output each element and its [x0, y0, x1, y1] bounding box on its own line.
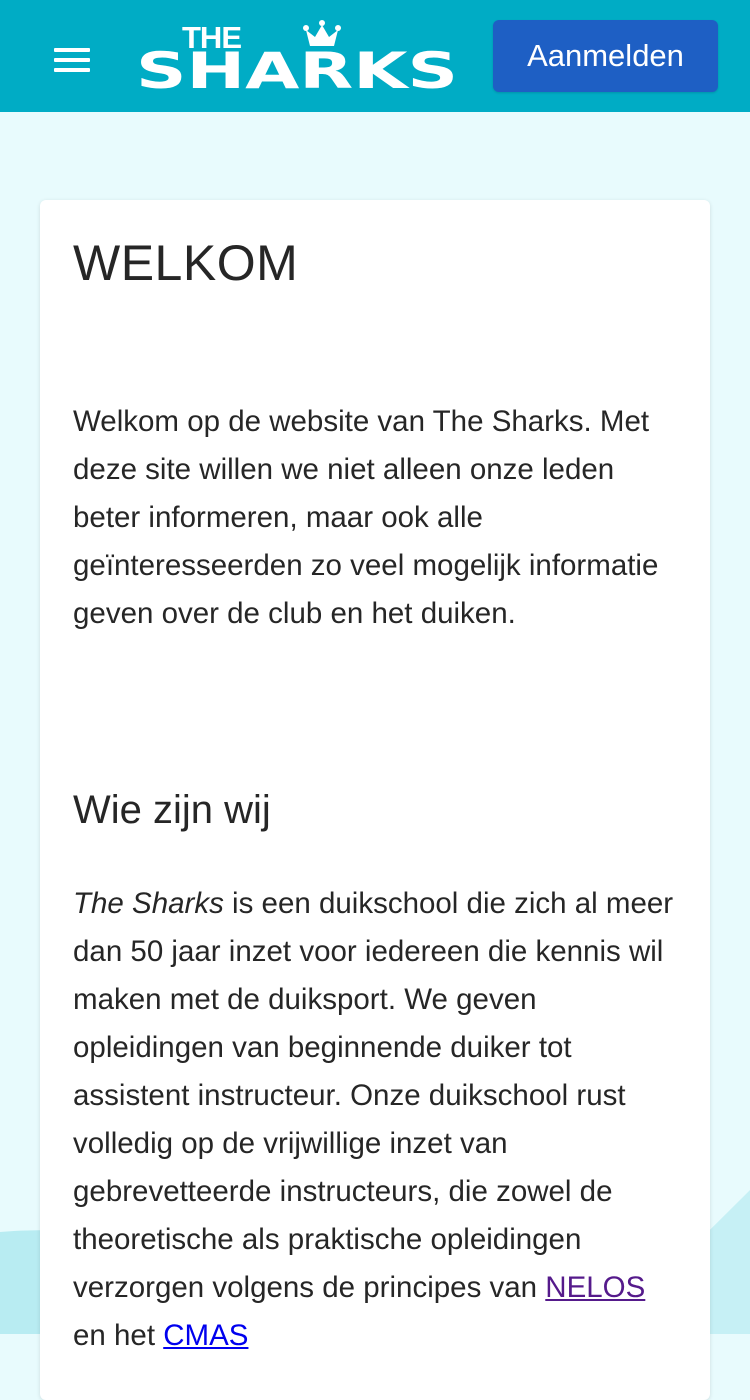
hamburger-line: [54, 58, 90, 62]
hamburger-line: [54, 68, 90, 72]
about-text: is een duikschool die zich al meer dan 5…: [73, 887, 674, 1304]
login-button[interactable]: Aanmelden: [493, 20, 718, 92]
club-name: The Sharks: [73, 887, 224, 920]
section-title: Wie zijn wij: [73, 788, 271, 832]
page-title: WELKOM: [73, 235, 299, 291]
about-conjunction: en het: [73, 1319, 164, 1352]
menu-button[interactable]: [50, 38, 94, 82]
intro-paragraph: Welkom op de website van The Sharks. Met…: [73, 405, 659, 630]
hamburger-menu-icon: [54, 48, 90, 52]
nelos-link[interactable]: NELOS: [545, 1271, 645, 1304]
content-card: WELKOM Welkom op de website van The Shar…: [40, 200, 710, 1400]
cmas-link[interactable]: CMAS: [163, 1319, 248, 1352]
site-logo[interactable]: THE SHARKS: [134, 18, 462, 94]
about-paragraph: The Sharks is een duikschool die zich al…: [73, 880, 683, 1360]
top-app-bar: THE SHARKS Aanmelden: [0, 0, 750, 112]
logo-text-main: SHARKS: [136, 42, 458, 94]
